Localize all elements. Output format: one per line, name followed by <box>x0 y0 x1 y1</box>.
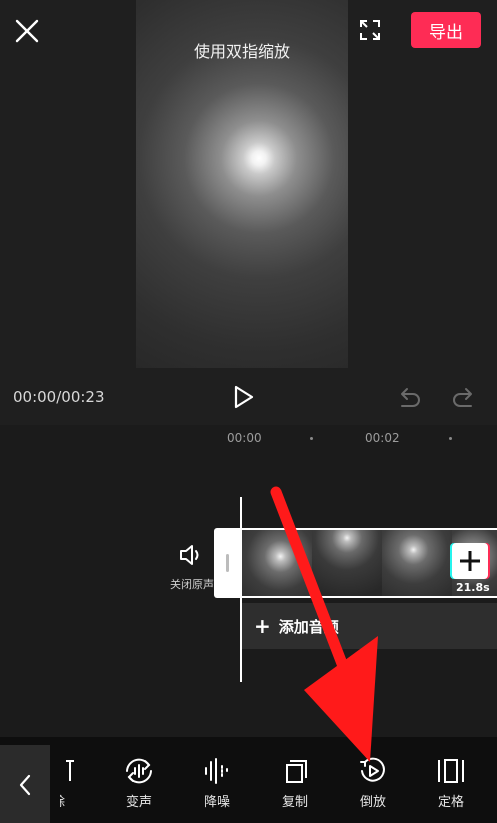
freeze-frame-icon <box>438 759 464 783</box>
undo-icon[interactable] <box>396 385 422 409</box>
play-icon[interactable] <box>230 384 256 410</box>
chevron-left-icon <box>19 774 31 796</box>
voice-change-icon <box>126 758 152 784</box>
tool-voice-change[interactable]: 变声 <box>109 757 169 819</box>
preview-area: 使用双指缩放 导出 00:00/00:23 <box>0 0 497 425</box>
back-button[interactable] <box>0 745 50 823</box>
add-audio-track[interactable]: + 添加音频 <box>242 603 497 649</box>
video-preview[interactable]: 使用双指缩放 <box>136 0 348 368</box>
export-button[interactable]: 导出 <box>411 12 481 48</box>
tool-label: 倒放 <box>359 795 386 810</box>
tick-label: 00:02 <box>365 431 400 445</box>
partial-tool-label: 除 <box>60 791 80 810</box>
playback-timecode: 00:00/00:23 <box>13 388 105 406</box>
clip-duration: 21.8s <box>456 581 490 594</box>
tick-label: 00:00 <box>227 431 262 445</box>
tool-label: 复制 <box>281 795 308 810</box>
clip-trim-handle[interactable] <box>214 528 242 598</box>
tick-dot <box>449 437 452 440</box>
handle-grip <box>226 554 229 572</box>
playhead[interactable] <box>240 497 242 682</box>
pinch-zoom-hint: 使用双指缩放 <box>193 42 290 61</box>
speaker-icon <box>180 545 199 565</box>
tool-icon <box>66 760 74 781</box>
tool-label: 变声 <box>125 795 152 810</box>
tool-copy[interactable]: 复制 <box>265 757 325 819</box>
tick-dot <box>310 437 313 440</box>
mute-original-audio-button[interactable]: 关闭原声 <box>166 540 216 594</box>
add-audio-label: 添加音频 <box>278 617 339 636</box>
noise-reduction-icon <box>205 758 228 784</box>
clip-thumbnail <box>312 530 382 596</box>
tool-freeze-frame[interactable]: 定格 <box>421 757 481 819</box>
fullscreen-icon[interactable] <box>358 18 382 42</box>
tool-reverse-play[interactable]: 倒放 <box>343 757 403 819</box>
tool-label: 定格 <box>437 795 464 810</box>
time-ruler: 00:00 00:02 <box>0 425 497 455</box>
clip-thumbnail <box>242 530 312 596</box>
clip-thumbnail <box>382 530 452 596</box>
tool-noise-reduction[interactable]: 降噪 <box>187 757 247 819</box>
redo-icon[interactable] <box>451 385 477 409</box>
copy-icon <box>286 760 307 783</box>
plus-icon <box>460 551 480 571</box>
partial-tool-item[interactable]: 除 <box>60 757 80 819</box>
tool-label: 降噪 <box>203 795 230 810</box>
add-clip-button[interactable] <box>452 543 488 579</box>
reverse-play-icon <box>360 757 385 782</box>
close-icon[interactable] <box>14 18 40 44</box>
edit-toolbar: 除 变声 降噪 复制 <box>0 737 497 823</box>
plus-icon: + <box>254 614 271 638</box>
